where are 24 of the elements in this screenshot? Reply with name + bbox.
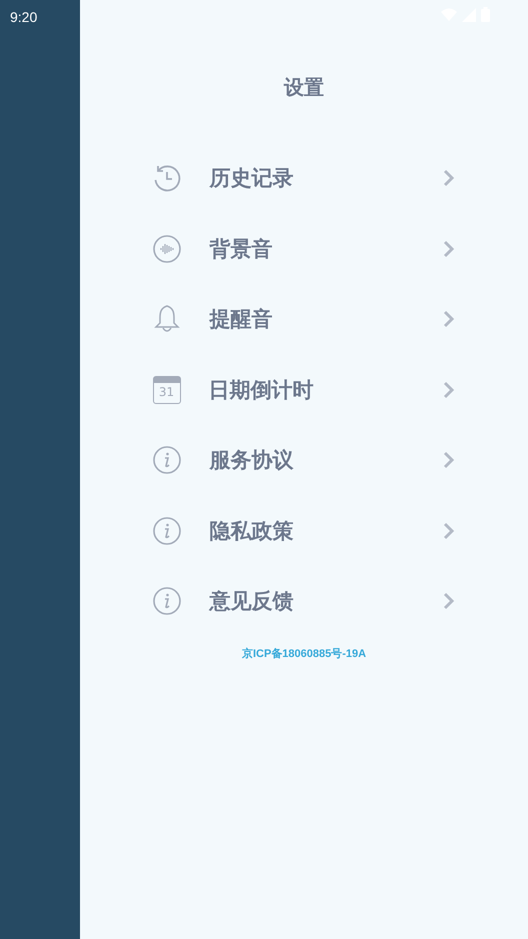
- chevron-icon: [442, 169, 454, 188]
- settings-item[interactable]: 隐私政策: [152, 496, 456, 566]
- page-title: 设置: [284, 74, 324, 101]
- info-icon: [152, 586, 182, 616]
- clock-icon: [152, 163, 182, 194]
- settings-item[interactable]: 历史记录: [152, 143, 456, 214]
- settings-item[interactable]: 31 日期倒计时: [152, 354, 456, 425]
- chevron-icon: [442, 592, 454, 610]
- status-time: 9:20: [10, 9, 38, 25]
- info-icon: [152, 516, 182, 546]
- chevron-icon: [442, 310, 454, 328]
- sound-wave-icon: [152, 234, 182, 264]
- settings-item[interactable]: 背景音: [152, 214, 456, 284]
- chevron-icon: [442, 380, 454, 399]
- chevron-icon: [442, 240, 454, 258]
- icp-link[interactable]: 京ICP备18060885号-19A: [242, 646, 366, 660]
- settings-item[interactable]: 意见反馈: [152, 566, 456, 636]
- bell-icon: [152, 304, 182, 334]
- chevron-icon: [442, 451, 454, 470]
- chevron-icon: [442, 522, 454, 540]
- info-icon: [152, 445, 182, 476]
- calendar-icon: 31: [152, 376, 180, 404]
- settings-item[interactable]: 提醒音: [152, 284, 456, 354]
- settings-item[interactable]: 服务协议: [152, 425, 456, 496]
